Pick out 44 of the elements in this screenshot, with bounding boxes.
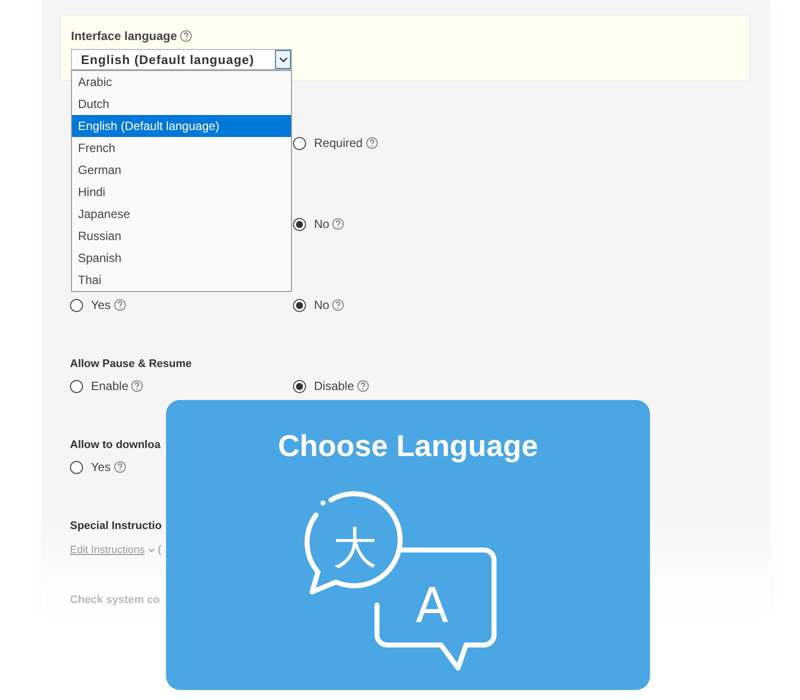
section-title: Special Instructio xyxy=(70,519,162,534)
field-label: Interface language xyxy=(71,29,178,43)
section-title: Check system co xyxy=(70,593,160,608)
dropdown-option[interactable]: Dutch xyxy=(72,93,291,115)
icon-glyph: 大 xyxy=(333,523,377,574)
dropdown-option[interactable]: French xyxy=(72,137,291,159)
radio-button[interactable] xyxy=(70,380,83,392)
help-icon[interactable] xyxy=(357,380,370,392)
dropdown-option[interactable]: Thai xyxy=(72,269,291,291)
radio-button[interactable] xyxy=(293,136,306,150)
dropdown-option[interactable]: English (Default language) xyxy=(72,115,291,137)
caret-icon xyxy=(148,548,155,552)
option-label: Yes xyxy=(91,298,111,312)
option-label: Disable xyxy=(314,379,354,393)
option-label: No xyxy=(314,298,330,312)
translate-icon xyxy=(304,491,496,670)
note-text: ( xyxy=(158,544,162,556)
help-icon[interactable] xyxy=(114,299,126,311)
section-title: Allow to downloa xyxy=(70,438,160,453)
help-icon[interactable] xyxy=(332,299,344,311)
help-icon[interactable] xyxy=(114,461,126,473)
dropdown-option[interactable]: German xyxy=(72,159,291,181)
banner-title: Choose Language xyxy=(276,430,540,464)
option-label: Yes xyxy=(91,460,111,474)
icon-glyph: A xyxy=(416,578,448,634)
help-icon[interactable] xyxy=(180,30,192,42)
language-select[interactable]: English (Default language) xyxy=(71,49,292,70)
help-icon[interactable] xyxy=(131,380,144,392)
dropdown-option[interactable]: Russian xyxy=(72,225,291,247)
radio-button[interactable] xyxy=(293,380,306,392)
option-label: Required xyxy=(314,136,363,150)
dropdown-option[interactable]: Japanese xyxy=(72,203,291,225)
dropdown-option[interactable]: Spanish xyxy=(72,247,291,269)
help-icon[interactable] xyxy=(366,137,378,149)
radio-button[interactable] xyxy=(70,460,83,474)
option-label: Enable xyxy=(91,379,128,393)
dropdown-option[interactable]: Arabic xyxy=(72,71,291,93)
section-title: Allow Pause & Resume xyxy=(70,357,192,372)
radio-button[interactable] xyxy=(293,218,306,230)
radio-button[interactable] xyxy=(293,298,306,312)
help-icon[interactable] xyxy=(332,218,344,230)
dropdown-option[interactable]: Hindi xyxy=(72,181,291,203)
option-label: No xyxy=(314,217,330,231)
radio-button[interactable] xyxy=(70,298,83,312)
